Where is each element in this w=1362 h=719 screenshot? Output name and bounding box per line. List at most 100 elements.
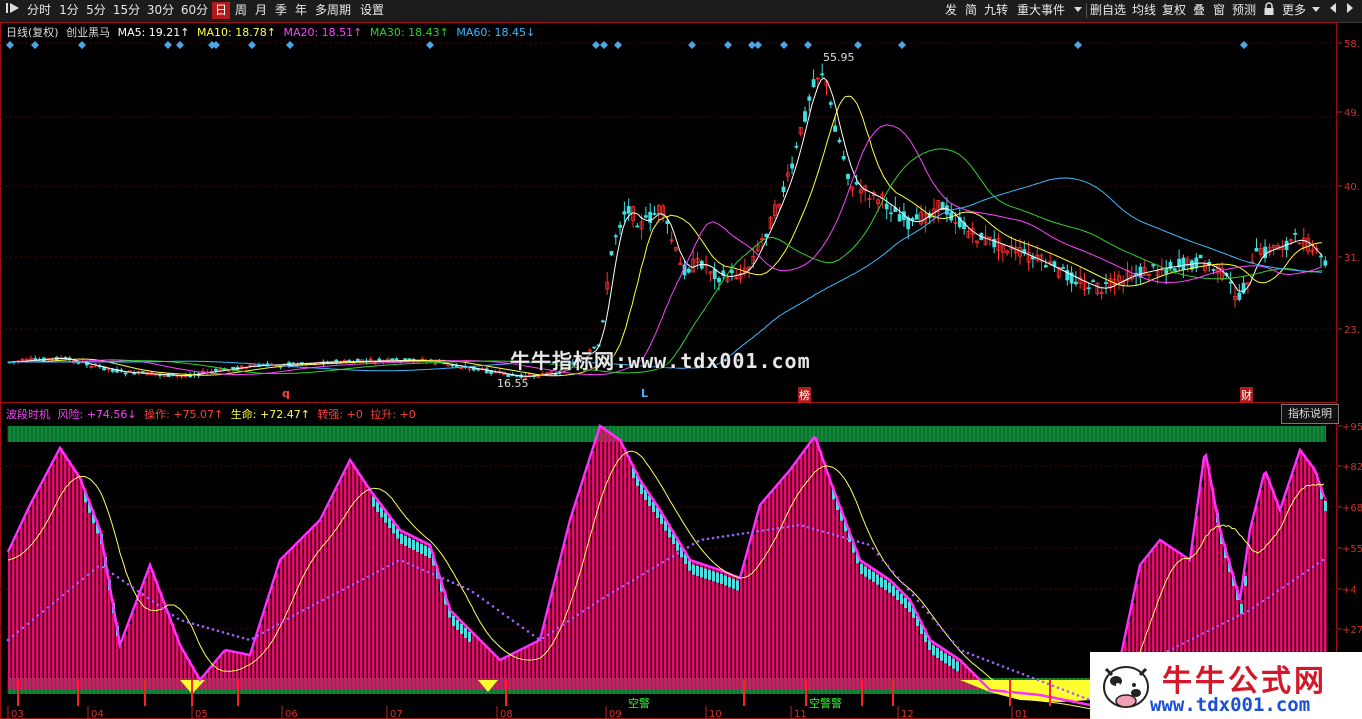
ind-tick-label: +82 xyxy=(1342,462,1362,473)
life-dot xyxy=(146,596,150,600)
life-dot xyxy=(1066,690,1070,693)
indicator-cyan-bar xyxy=(372,496,375,507)
indicator-bar xyxy=(404,532,407,690)
indicator-bar xyxy=(780,481,783,690)
indicator-bar xyxy=(352,463,355,690)
indicator-cyan-bar xyxy=(712,571,715,582)
life-dot xyxy=(596,600,600,603)
indicator-bar xyxy=(128,623,131,690)
indicator-bar xyxy=(444,590,447,690)
life-dot xyxy=(186,620,190,624)
life-dot xyxy=(1286,582,1290,586)
marker-q: q xyxy=(282,387,290,400)
indicator-bar xyxy=(540,640,543,690)
indicator-cyan-bar xyxy=(424,546,427,556)
indicator-bar xyxy=(528,646,531,690)
date-tick-label: 10 xyxy=(709,709,722,719)
life-dot xyxy=(636,575,640,579)
marker-l: L xyxy=(641,387,649,400)
life-dot xyxy=(211,628,215,631)
indicator-bar xyxy=(40,486,43,690)
life-dot xyxy=(351,583,355,586)
life-dot xyxy=(711,536,715,540)
indicator-bar xyxy=(332,496,335,690)
life-dot xyxy=(56,597,60,601)
life-dot xyxy=(216,629,220,633)
life-dot xyxy=(966,651,970,655)
candle xyxy=(635,225,640,228)
indicator-bar xyxy=(740,578,743,690)
indicator-bar xyxy=(364,481,367,690)
life-dot xyxy=(6,638,10,642)
indicator-name: 波段时机 xyxy=(6,408,50,421)
candle xyxy=(945,205,949,215)
life-dot xyxy=(606,593,610,597)
candle xyxy=(450,364,455,367)
candle xyxy=(1323,260,1328,266)
life-dot xyxy=(1241,612,1245,615)
site-watermark: 牛牛指标网:www.tdx001.com xyxy=(510,349,811,373)
candle xyxy=(1211,269,1216,271)
life-dot xyxy=(756,530,760,533)
indicator-bar xyxy=(648,492,651,690)
life-dot xyxy=(671,554,675,558)
indicator-bar xyxy=(300,540,303,690)
signal-diamond-icon xyxy=(286,41,294,49)
indicator-bar xyxy=(664,516,667,690)
indicator-bar xyxy=(88,498,91,690)
date-tick-label: 04 xyxy=(91,709,104,719)
indicator-help-button[interactable]: 指标说明 xyxy=(1281,404,1339,424)
life-dot xyxy=(236,635,240,638)
life-dot xyxy=(1251,606,1255,610)
candle xyxy=(803,111,807,122)
life-dot xyxy=(151,600,155,603)
life-dot xyxy=(191,622,195,626)
indicator-bar xyxy=(472,632,475,690)
signal-diamond-icon xyxy=(854,41,862,49)
indicator-bar xyxy=(288,552,291,690)
life-dot xyxy=(951,640,955,644)
life-dot xyxy=(41,610,45,613)
indicator-bar xyxy=(592,451,595,690)
indicator-cyan-bar xyxy=(956,661,959,672)
indicator-bar xyxy=(800,456,803,690)
life-dot xyxy=(1051,684,1055,688)
life-dot xyxy=(321,598,325,602)
indicator-bar xyxy=(356,469,359,690)
life-dot xyxy=(426,570,430,574)
indicator-bar xyxy=(832,485,835,690)
life-dot xyxy=(1026,674,1030,678)
indicator-bar xyxy=(388,514,391,690)
indicator-cyan-bar xyxy=(452,616,455,626)
life-dot xyxy=(476,594,480,598)
candle xyxy=(730,270,734,274)
life-dot xyxy=(716,536,720,539)
indicator-bar xyxy=(100,530,103,690)
indicator-bar xyxy=(208,670,211,690)
indicator-cyan-bar xyxy=(732,578,735,589)
signal-diamond-icon xyxy=(592,41,600,49)
life-dot xyxy=(66,589,70,593)
life-dot xyxy=(1071,692,1075,695)
indicator-bar xyxy=(244,653,247,690)
indicator-bar xyxy=(316,524,319,690)
life-dot xyxy=(1006,667,1010,670)
indicator-cyan-bar xyxy=(936,648,939,658)
life-dot xyxy=(696,539,700,543)
indicator-bar xyxy=(500,660,503,690)
signal-diamond-icon xyxy=(898,41,906,49)
life-dot xyxy=(286,617,290,621)
indicator-cyan-bar xyxy=(468,632,471,642)
life-dot xyxy=(1076,694,1080,697)
indicator-bar xyxy=(340,480,343,690)
indicator-cyan-bar xyxy=(404,536,407,546)
life-dot xyxy=(46,606,50,609)
life-dot xyxy=(646,569,650,573)
life-dot xyxy=(1266,596,1270,599)
indicator-bar xyxy=(136,602,139,690)
candle xyxy=(1138,266,1143,278)
indicator-cyan-bar xyxy=(876,574,879,585)
life-dot xyxy=(651,566,655,570)
life-dot xyxy=(481,597,485,601)
life-dot xyxy=(201,625,205,628)
